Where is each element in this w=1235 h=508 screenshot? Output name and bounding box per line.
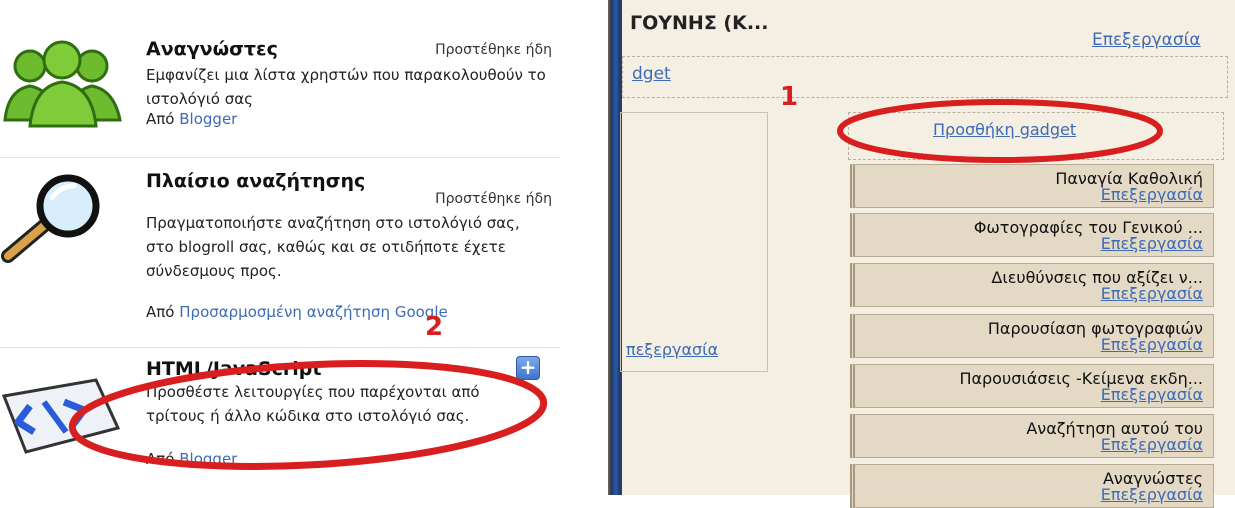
- gadget-title: Πλαίσιο αναζήτησης: [146, 170, 366, 192]
- already-added-label: Προστέθηκε ήδη: [435, 42, 552, 58]
- magnifier-icon: [0, 170, 128, 270]
- spacer: [568, 0, 608, 495]
- sidebar-widget[interactable]: Αναγνώστες Επεξεργασία: [850, 464, 1214, 508]
- author-link[interactable]: Blogger: [179, 450, 237, 468]
- main-edit-link[interactable]: πεξεργασία: [626, 340, 718, 359]
- gadget-description: Πραγματοποιήστε αναζήτηση στο ιστολόγιό …: [146, 214, 520, 280]
- main-column-box: [620, 112, 768, 372]
- gadget-author: Από Blogger: [146, 110, 237, 128]
- sidebar-widget[interactable]: Φωτογραφίες του Γενικού ... Επεξεργασία: [850, 213, 1214, 257]
- layout-editor-panel: ΓΟΥΝΗΣ (Κ... Επεξεργασία dget πεξεργασία…: [620, 0, 1235, 508]
- header-widget-title: ΓΟΥΝΗΣ (Κ...: [630, 12, 769, 34]
- header-edit-link[interactable]: Επεξεργασία: [1092, 30, 1201, 50]
- add-gadget-link-partial[interactable]: dget: [632, 64, 671, 84]
- author-link[interactable]: Προσαρμοσμένη αναζήτηση Google: [179, 303, 447, 321]
- already-added-label: Προστέθηκε ήδη: [435, 191, 552, 207]
- gadget-list-panel: Αναγνώστες Προστέθηκε ήδη Εμφανίζει μια …: [0, 0, 568, 495]
- gadget-author: Από Blogger: [146, 450, 237, 468]
- sidebar-widget[interactable]: Παναγία Καθολική Επεξεργασία: [850, 164, 1214, 208]
- annotation-step-1: 1: [780, 82, 799, 112]
- widget-edit-link[interactable]: Επεξεργασία: [1101, 335, 1203, 354]
- gadget-description: Εμφανίζει μια λίστα χρηστών που παρακολο…: [146, 66, 546, 108]
- sidebar-widget[interactable]: Παρουσιάσεις -Κείμενα εκδη... Επεξεργασί…: [850, 364, 1214, 408]
- widget-edit-link[interactable]: Επεξεργασία: [1101, 185, 1203, 204]
- add-gadget-plus-button[interactable]: +: [516, 356, 540, 380]
- by-prefix: Από: [146, 110, 175, 128]
- widget-edit-link[interactable]: Επεξεργασία: [1101, 385, 1203, 404]
- sidebar-widget[interactable]: Διευθύνσεις που αξίζει ν... Επεξεργασία: [850, 263, 1214, 307]
- html-code-icon: [0, 366, 128, 466]
- by-prefix: Από: [146, 450, 175, 468]
- gadget-item-search-box[interactable]: Πλαίσιο αναζήτησης Προστέθηκε ήδη Πραγμα…: [0, 158, 560, 348]
- gadget-item-followers[interactable]: Αναγνώστες Προστέθηκε ήδη Εμφανίζει μια …: [0, 0, 560, 158]
- widget-edit-link[interactable]: Επεξεργασία: [1101, 284, 1203, 303]
- gadget-description: Προσθέστε λειτουργίες που παρέχονται από…: [146, 383, 480, 425]
- add-gadget-link[interactable]: Προσθήκη gadget: [933, 120, 1076, 139]
- sidebar-widget[interactable]: Αναζήτηση αυτού του Επεξεργασία: [850, 414, 1214, 458]
- widget-edit-link[interactable]: Επεξεργασία: [1101, 234, 1203, 253]
- followers-icon: [0, 28, 128, 128]
- by-prefix: Από: [146, 303, 175, 321]
- annotation-step-2: 2: [425, 312, 444, 342]
- gadget-title: HTML/JavaScript: [146, 358, 322, 380]
- widget-edit-link[interactable]: Επεξεργασία: [1101, 435, 1203, 454]
- sidebar-widget[interactable]: Παρουσίαση φωτογραφιών Επεξεργασία: [850, 314, 1214, 358]
- gadget-author: Από Προσαρμοσμένη αναζήτηση Google: [146, 303, 448, 321]
- author-link[interactable]: Blogger: [179, 110, 237, 128]
- gadget-item-html-javascript[interactable]: HTML/JavaScript + Προσθέστε λειτουργίες …: [0, 348, 560, 495]
- gadget-title: Αναγνώστες: [146, 38, 278, 60]
- top-gadget-area: [622, 56, 1228, 98]
